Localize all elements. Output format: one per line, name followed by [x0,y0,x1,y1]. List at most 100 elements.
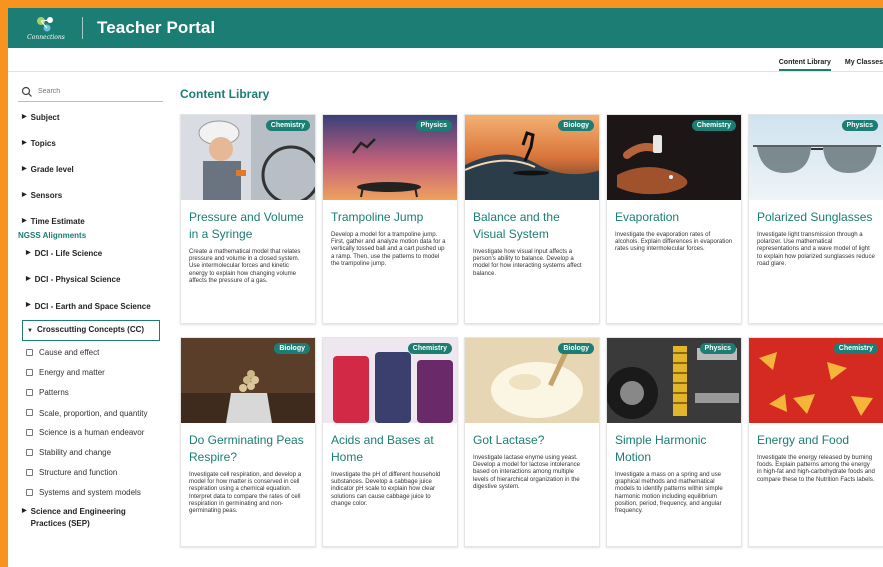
checkbox-label: Systems and system models [39,488,141,497]
caret-right-icon: ▶ [26,250,31,256]
activity-card[interactable]: Biology Balance and the Visual System In… [464,114,600,324]
cc-item-cause-effect[interactable]: Cause and effect [18,347,168,358]
activity-card[interactable]: Physics Simple Harmonic Motion Investiga… [606,337,742,547]
subject-badge: Biology [558,120,594,131]
filter-sensors[interactable]: ▶ Sensors [18,190,168,201]
card-image: Chemistry [323,338,457,423]
caret-right-icon: ▶ [22,114,27,120]
checkbox-label: Structure and function [39,468,118,477]
filter-dci-physical-science[interactable]: ▶ DCI - Physical Science [18,274,168,285]
subject-badge: Chemistry [691,120,736,131]
card-image: Biology [465,338,599,423]
card-description: Investigate a mass on a spring and use g… [615,471,723,515]
activity-card[interactable]: Physics Polarized Sunglasses Investigate… [748,114,883,324]
card-title[interactable]: Got Lactase? [465,423,599,449]
checkbox[interactable] [26,369,33,376]
ngss-heading: NGSS Alignments [18,231,87,240]
filter-label: Subject [30,113,60,122]
tab-my-classes[interactable]: My Classes [845,59,883,71]
cc-item-patterns[interactable]: Patterns [18,387,168,398]
card-title[interactable]: Trampoline Jump [323,200,457,226]
checkbox[interactable] [26,409,33,416]
caret-right-icon: ▶ [26,302,31,308]
cc-item-scale-proportion[interactable]: Scale, proportion, and quantity [18,407,148,420]
search-input[interactable] [38,88,158,95]
filter-label: DCI - Life Science [34,249,103,258]
card-title[interactable]: Pressure and Volume in a Syringe [181,200,315,243]
card-image: Physics [749,115,883,200]
activity-card[interactable]: Chemistry Pressure and Volume in a Syrin… [180,114,316,324]
checkbox[interactable] [26,429,33,436]
subject-badge: Physics [699,343,736,354]
subject-badge: Chemistry [407,343,452,354]
sub-nav: Content Library My Classes [8,48,883,72]
caret-right-icon: ▶ [22,218,27,224]
filter-subject[interactable]: ▶ Subject [18,112,168,123]
cc-item-human-endeavor[interactable]: Science is a human endeavor [18,427,168,438]
checkbox[interactable] [26,389,33,396]
card-description: Develop a model for a trampoline jump. F… [331,231,446,267]
card-description: Investigate the pH of different househol… [331,471,441,507]
logo-text: Connections [27,34,65,41]
checkbox[interactable] [26,489,33,496]
subject-badge: Physics [415,120,452,131]
checkbox-label: Science is a human endeavor [39,428,145,437]
activity-card[interactable]: Chemistry Acids and Bases at Home Invest… [322,337,458,547]
filter-grade-level[interactable]: ▶ Grade level [18,164,168,175]
filter-dci-earth-space-science[interactable]: ▶ DCI - Earth and Space Science [18,300,163,313]
filter-sep[interactable]: ▶ Science and Engineering Practices (SEP… [18,506,163,530]
card-description: Investigate light transmission through a… [757,231,875,267]
caret-right-icon: ▶ [22,140,27,146]
card-description: Investigate cell respiration, and develo… [189,471,302,515]
subject-badge: Chemistry [833,343,878,354]
card-image: Physics [323,115,457,200]
card-description: Create a mathematical model that relates… [189,248,301,284]
checkbox-label: Cause and effect [39,348,100,357]
filter-label: Time Estimate [30,217,85,226]
filter-label: DCI - Earth and Space Science [34,302,151,311]
filter-time-estimate[interactable]: ▶ Time Estimate [18,216,168,227]
subject-badge: Physics [841,120,878,131]
card-title[interactable]: Do Germinating Peas Respire? [181,423,315,466]
checkbox[interactable] [26,349,33,356]
checkbox[interactable] [26,469,33,476]
card-description: Investigate how visual input affects a p… [473,248,582,277]
search-icon[interactable] [20,85,34,99]
filter-dci-life-science[interactable]: ▶ DCI - Life Science [18,248,168,259]
activity-card[interactable]: Biology Got Lactase? Investigate lactase… [464,337,600,547]
card-title[interactable]: Balance and the Visual System [465,200,599,243]
tab-content-library[interactable]: Content Library [778,59,831,71]
filter-label: Grade level [30,165,74,174]
card-title[interactable]: Simple Harmonic Motion [607,423,741,466]
subject-badge: Chemistry [265,120,310,131]
caret-right-icon: ▶ [26,276,31,282]
cc-item-systems-models[interactable]: Systems and system models [18,487,168,498]
top-bar: Connections Teacher Portal [8,8,883,48]
card-image: Chemistry [749,338,883,423]
content-library-heading: Content Library [180,87,270,101]
caret-right-icon: ▶ [22,192,27,198]
activity-card[interactable]: Chemistry Energy and Food Investigate th… [748,337,883,547]
app-logo[interactable]: Connections [22,11,70,45]
content-area: Content Library Chemistry Pressure and V… [168,72,883,567]
activity-card[interactable]: Chemistry Evaporation Investigate the ev… [606,114,742,324]
filter-crosscutting-concepts[interactable]: ▼ Crosscutting Concepts (CC) [22,320,160,341]
subject-badge: Biology [274,343,310,354]
cc-item-energy-matter[interactable]: Energy and matter [18,367,168,378]
activity-card[interactable]: Physics Trampoline Jump Develop a model … [322,114,458,324]
filter-topics[interactable]: ▶ Topics [18,138,168,149]
card-title[interactable]: Polarized Sunglasses [749,200,883,226]
checkbox-label: Patterns [39,388,69,397]
app-window: Connections Teacher Portal Content Libra… [8,8,883,567]
page-title: Teacher Portal [97,18,216,37]
checkbox-label: Scale, proportion, and quantity [39,409,148,418]
cc-item-structure-function[interactable]: Structure and function [18,467,168,478]
card-title[interactable]: Energy and Food [749,423,883,449]
card-image: Biology [465,115,599,200]
card-title[interactable]: Acids and Bases at Home [323,423,457,466]
cc-item-stability-change[interactable]: Stability and change [18,447,168,458]
checkbox[interactable] [26,449,33,456]
activity-card[interactable]: Biology Do Germinating Peas Respire? Inv… [180,337,316,547]
card-image: Chemistry [181,115,315,200]
card-title[interactable]: Evaporation [607,200,741,226]
